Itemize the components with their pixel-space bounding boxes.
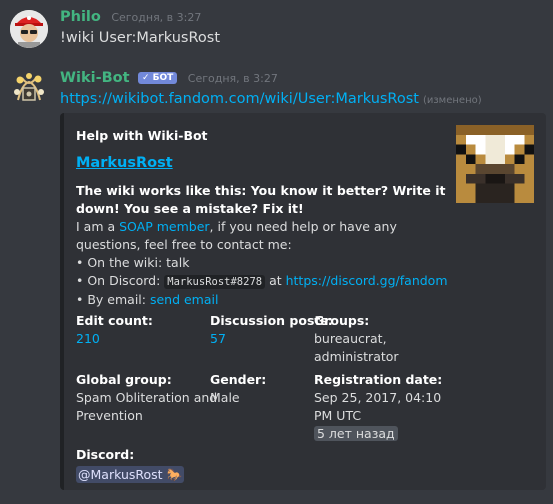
desc-iam: I am a (76, 219, 120, 234)
field-discord: Discord: @MarkusRost 🐎 (76, 446, 185, 484)
embed-description: The wiki works like this: You know it be… (76, 182, 448, 309)
registration-value-1: Sep 25, 2017, 04:10 (314, 390, 442, 405)
horse-emoji: 🐎 (166, 467, 183, 482)
field-groups: Groups: bureaucrat, administrator (314, 312, 399, 366)
wikibot-message-content: https://wikibot.fandom.com/wiki/User:Mar… (60, 91, 482, 107)
philo-header: Philo Сегодня, в 3:27 (60, 9, 201, 25)
philo-timestamp: Сегодня, в 3:27 (111, 11, 202, 24)
groups-value-2: administrator (314, 349, 399, 364)
registration-relative-time[interactable]: 5 лет назад (314, 426, 398, 441)
groups-value-1: bureaucrat, (314, 331, 387, 346)
discord-invite-link[interactable]: https://discord.gg/fandom (286, 273, 448, 288)
field-edit-count: Edit count: 210 (76, 312, 153, 348)
field-registration-name: Registration date: (314, 372, 443, 387)
edited-label: (изменено) (422, 95, 482, 106)
philo-message-text: !wiki User:MarkusRost (60, 30, 221, 46)
discord-tag-code: MarkusRost#8278 (164, 275, 266, 289)
registration-value-2: PM UTC (314, 408, 362, 423)
global-group-value-1: Spam Obliteration and (76, 390, 218, 405)
embed-title[interactable]: MarkusRost (76, 155, 173, 171)
user-embed: Help with Wiki-Bot MarkusRost The wiki w… (60, 113, 546, 490)
bot-badge: ✓ БОТ (138, 72, 178, 84)
send-email-link[interactable]: send email (150, 292, 219, 307)
field-gender: Gender: Male (210, 371, 266, 407)
soap-member-link[interactable]: SOAP member (119, 219, 209, 234)
wikibot-username[interactable]: Wiki-Bot (60, 70, 130, 86)
wiki-user-link[interactable]: https://wikibot.fandom.com/wiki/User:Mar… (60, 91, 419, 107)
philo-avatar-image (10, 10, 48, 48)
embed-author: Help with Wiki-Bot (76, 128, 208, 143)
bullet-discord-at: at (265, 273, 286, 288)
edit-count-link[interactable]: 210 (76, 331, 100, 346)
field-gender-name: Gender: (210, 372, 267, 387)
embed-thumbnail[interactable] (456, 125, 534, 203)
field-global-group: Global group: Spam Obliteration and Prev… (76, 371, 217, 425)
global-group-value-2: Prevention (76, 408, 143, 423)
discussion-posts-link[interactable]: 57 (210, 331, 226, 346)
desc-bold: The wiki works like this: You know it be… (76, 183, 446, 216)
field-global-group-name: Global group: (76, 372, 172, 387)
discord-user-mention[interactable]: @MarkusRost 🐎 (76, 466, 185, 483)
philo-username[interactable]: Philo (60, 9, 101, 25)
discord-mention-text: @MarkusRost (78, 467, 163, 482)
field-registration: Registration date: Sep 25, 2017, 04:10 P… (314, 371, 442, 443)
bullet-email-prefix: • By email: (76, 292, 150, 307)
wikibot-header: Wiki-Bot ✓ БОТ Сегодня, в 3:27 (60, 70, 278, 86)
wikibot-avatar-image (14, 73, 44, 101)
horse-skin-icon (456, 125, 534, 203)
field-groups-name: Groups: (314, 313, 370, 328)
gender-value: Male (210, 390, 240, 405)
wikibot-avatar[interactable] (10, 70, 48, 108)
bullet-discord-prefix: • On Discord: (76, 273, 165, 288)
wikibot-timestamp: Сегодня, в 3:27 (187, 72, 278, 85)
field-discord-name: Discord: (76, 447, 135, 462)
field-edit-count-name: Edit count: (76, 313, 153, 328)
philo-avatar[interactable] (10, 10, 48, 48)
bullet-wiki: • On the wiki: talk (76, 255, 190, 270)
